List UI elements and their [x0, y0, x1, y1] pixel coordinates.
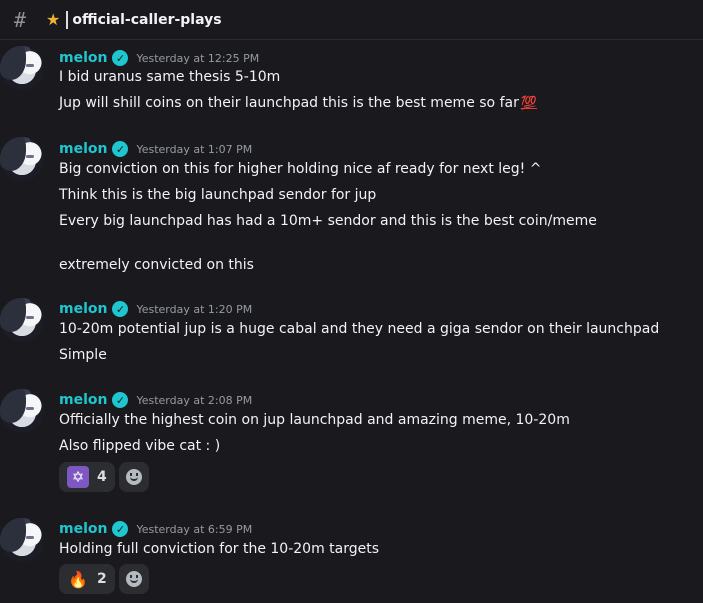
message-text: Simple: [59, 347, 107, 363]
hundred-points-icon: 💯: [520, 96, 538, 111]
smile-icon: [125, 469, 142, 485]
reaction-count: 4: [97, 469, 107, 485]
reaction-star-of-david[interactable]: ✡ 4: [59, 462, 115, 492]
add-reaction-button[interactable]: [118, 462, 149, 492]
message-text: Jup will shill coins on their launchpad …: [59, 95, 519, 111]
channel-header: # ★ official-caller-plays: [0, 0, 703, 40]
add-reaction-button[interactable]: [118, 564, 149, 594]
star-of-david-icon: ✡: [67, 466, 89, 488]
message-text: Officially the highest coin on jup launc…: [59, 412, 570, 428]
author-name[interactable]: melon: [59, 392, 107, 408]
avatar[interactable]: [0, 518, 44, 562]
verified-icon: ✓: [112, 50, 129, 66]
reaction-fire[interactable]: 🔥 2: [59, 564, 115, 594]
verified-icon: ✓: [112, 301, 129, 317]
header-divider: [66, 10, 69, 29]
message-text: 10-20m potential jup is a huge cabal and…: [59, 321, 660, 337]
timestamp[interactable]: Yesterday at 6:59 PM: [136, 523, 252, 536]
message-text: extremely convicted on this: [59, 257, 254, 273]
avatar[interactable]: [0, 137, 44, 181]
favorite-star-icon[interactable]: ★: [46, 10, 60, 29]
channel-name: official-caller-plays: [72, 11, 222, 28]
message-text: Every big launchpad has had a 10m+ sendo…: [59, 213, 597, 229]
avatar[interactable]: [0, 298, 44, 342]
timestamp[interactable]: Yesterday at 12:25 PM: [136, 52, 259, 65]
channel-hash-icon: #: [14, 7, 27, 32]
author-name[interactable]: melon: [59, 301, 107, 317]
timestamp[interactable]: Yesterday at 1:07 PM: [136, 143, 252, 156]
message-text: I bid uranus same thesis 5-10m: [59, 69, 281, 85]
timestamp[interactable]: Yesterday at 1:20 PM: [136, 303, 252, 316]
avatar[interactable]: [0, 46, 44, 90]
author-name[interactable]: melon: [59, 141, 107, 157]
avatar[interactable]: [0, 389, 44, 433]
reaction-count: 2: [97, 571, 107, 587]
verified-icon: ✓: [112, 141, 129, 157]
message-text: Think this is the big launchpad sendor f…: [59, 187, 377, 203]
smile-icon: [125, 571, 142, 587]
message-text: Also flipped vibe cat : ): [59, 438, 221, 454]
author-name[interactable]: melon: [59, 521, 107, 537]
reactions: 🔥 2: [59, 564, 149, 594]
author-name[interactable]: melon: [59, 50, 107, 66]
verified-icon: ✓: [112, 521, 129, 537]
message-text-line: Jup will shill coins on their launchpad …: [59, 93, 537, 114]
message-text: Holding full conviction for the 10-20m t…: [59, 541, 380, 557]
verified-icon: ✓: [112, 392, 129, 408]
timestamp[interactable]: Yesterday at 2:08 PM: [136, 394, 252, 407]
reactions: ✡ 4: [59, 462, 149, 492]
fire-icon: 🔥: [68, 569, 88, 589]
message-text: Big conviction on this for higher holdin…: [59, 161, 542, 177]
